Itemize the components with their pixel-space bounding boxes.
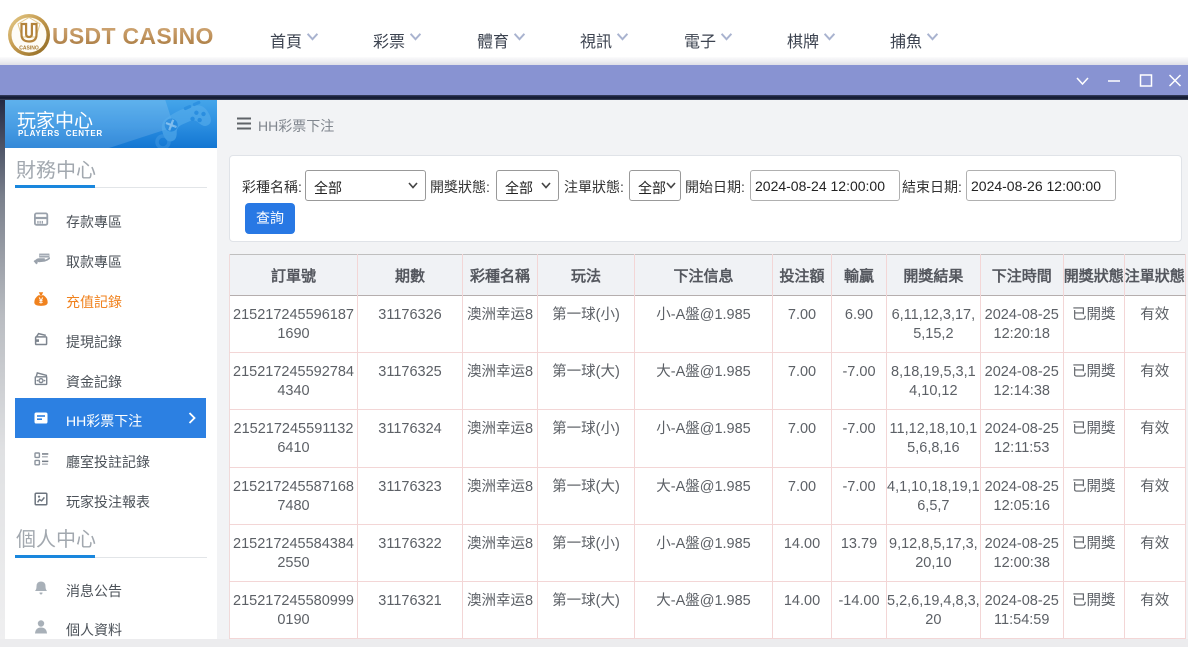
svg-text:¥: ¥	[39, 297, 44, 306]
svg-text:CASINO: CASINO	[19, 46, 39, 52]
